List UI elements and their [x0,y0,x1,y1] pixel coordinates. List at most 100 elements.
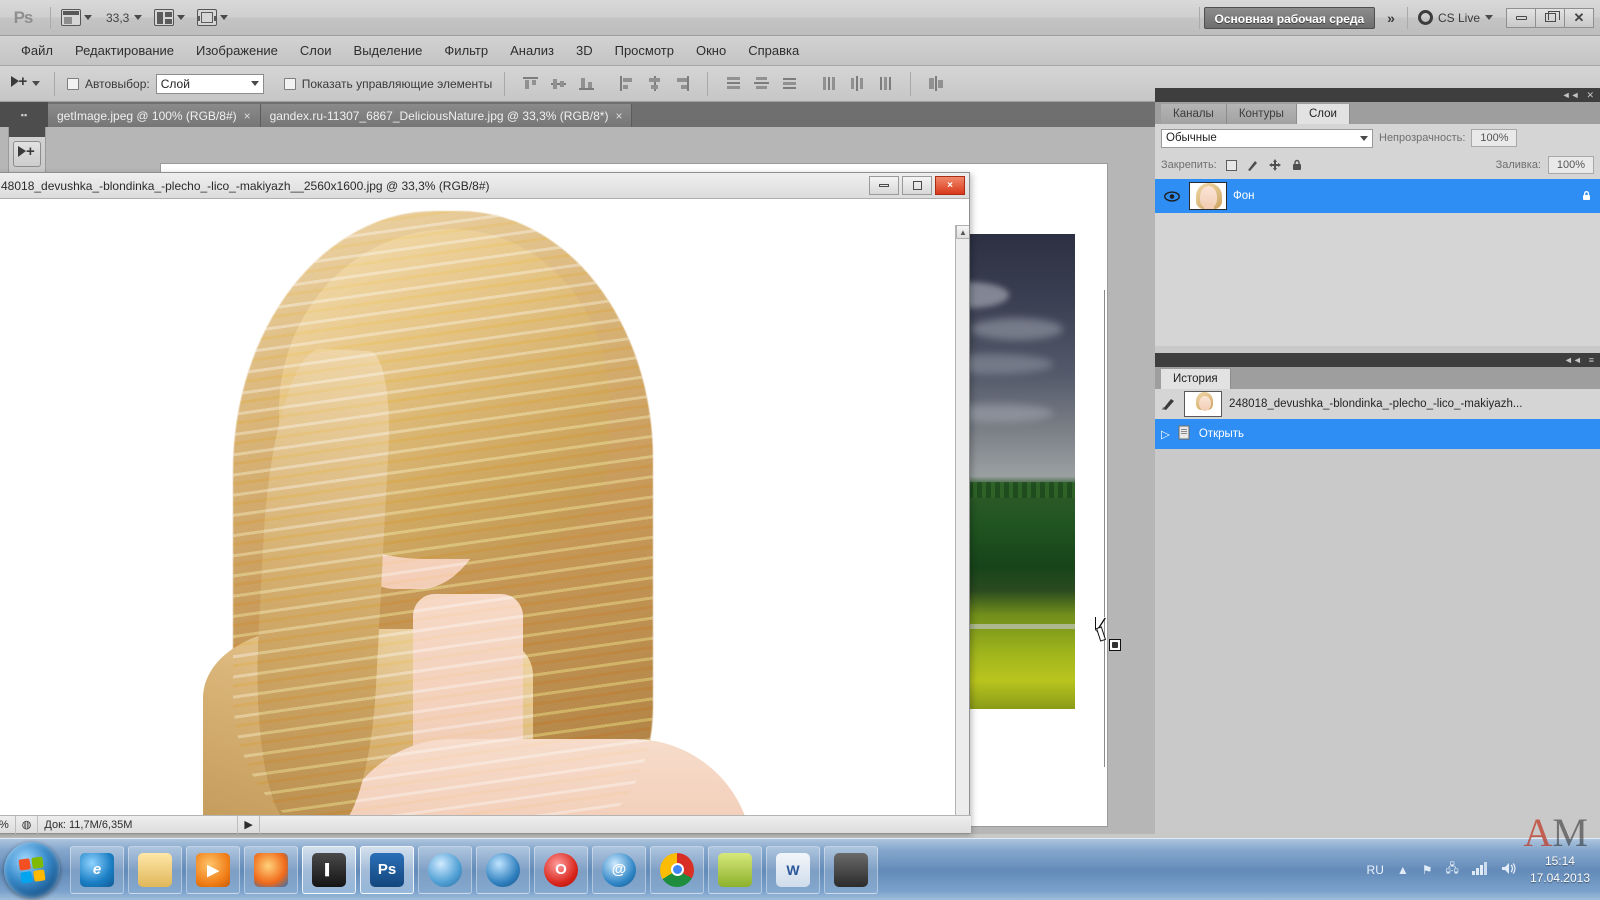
network-icon[interactable]: 🖧 [1446,859,1459,880]
floating-restore-button[interactable] [902,176,932,195]
layer-visibility-toggle[interactable] [1161,190,1183,202]
close-button[interactable]: ✕ [1564,7,1594,28]
distribute-bottom-edges-button[interactable] [776,72,802,96]
tab-channels[interactable]: Каналы [1161,104,1227,124]
taskbar-internet-explorer[interactable]: e [70,845,124,894]
arrange-documents-button[interactable] [148,5,191,31]
align-bottom-edges-button[interactable] [573,72,599,96]
scroll-up-arrow-icon[interactable]: ▲ [956,225,969,239]
taskbar-chrome[interactable] [650,845,704,894]
windows-start-button[interactable] [4,841,60,898]
panel-menu-icon[interactable]: ≡ [1589,355,1594,365]
menu-filter[interactable]: Фильтр [433,39,499,62]
distribute-left-edges-button[interactable] [816,72,842,96]
taskbar-mail[interactable]: @ [592,845,646,894]
lock-all-icon[interactable] [1290,158,1305,173]
tab-history[interactable]: История [1161,369,1231,389]
tools-panel-grip[interactable] [9,127,45,137]
menu-3d[interactable]: 3D [565,39,604,62]
history-snapshot-row[interactable]: 248018_devushka_-blondinka_-plecho_-lico… [1155,389,1600,419]
menu-edit[interactable]: Редактирование [64,39,185,62]
distribute-top-edges-button[interactable] [720,72,746,96]
distribute-horizontal-centers-button[interactable] [844,72,870,96]
taskbar-photoshop[interactable]: Ps [360,845,414,894]
lock-transparent-pixels-icon[interactable] [1224,158,1239,173]
align-horizontal-centers-button[interactable] [641,72,667,96]
menu-select[interactable]: Выделение [343,39,434,62]
align-right-edges-button[interactable] [669,72,695,96]
fill-input[interactable]: 100% [1548,156,1594,174]
action-center-flag-icon[interactable]: ⚑ [1422,863,1433,877]
auto-align-layers-button[interactable] [923,72,949,96]
taskbar-firefox[interactable] [244,845,298,894]
taskbar-blue-app[interactable] [476,845,530,894]
floating-close-button[interactable]: × [935,176,965,195]
dock-grip-handle[interactable]: ▪▪ [0,102,48,127]
taskbar-media-player[interactable]: ▶ [186,845,240,894]
snapshot-brush-icon[interactable] [1161,395,1177,414]
menu-layers[interactable]: Слои [289,39,343,62]
menu-file[interactable]: Файл [10,39,64,62]
show-hidden-icons-button[interactable]: ▲ [1397,863,1409,877]
history-state-open[interactable]: ▷ Открыть [1155,419,1600,449]
vertical-scrollbar[interactable]: ▲ [955,225,969,817]
history-brush-source-icon[interactable]: ▷ [1161,427,1170,441]
move-tool-button[interactable] [13,141,41,167]
taskbar-camera[interactable] [824,845,878,894]
taskbar-windows-explorer[interactable] [128,845,182,894]
layer-row-background[interactable]: Фон [1155,179,1600,213]
cs-live-button[interactable]: CS Live [1412,10,1499,25]
auto-select-target-dropdown[interactable]: Слой [155,73,264,94]
floating-window-title-bar[interactable]: 48018_devushka_-blondinka_-plecho_-lico_… [0,173,969,199]
signal-icon[interactable] [1471,861,1488,878]
menu-analysis[interactable]: Анализ [499,39,565,62]
menu-window[interactable]: Окно [685,39,737,62]
taskbar-word[interactable]: W [766,845,820,894]
minimize-button[interactable] [1506,7,1536,28]
blend-mode-dropdown[interactable]: Обычные [1161,128,1373,148]
zoom-level-dropdown[interactable]: 33,3 [98,5,148,31]
taskbar-media-app[interactable] [418,845,472,894]
tab-paths[interactable]: Контуры [1226,104,1297,124]
screen-mode-button[interactable] [191,5,234,31]
opacity-input[interactable]: 100% [1471,129,1518,147]
distribute-vertical-centers-button[interactable] [748,72,774,96]
workspace-switcher-button[interactable]: Основная рабочая среда [1203,6,1376,29]
collapse-icon[interactable]: ◄◄ [1564,355,1582,365]
align-left-edges-button[interactable] [613,72,639,96]
distribute-right-edges-button[interactable] [872,72,898,96]
show-transform-controls-checkbox[interactable] [283,77,296,90]
align-vertical-centers-button[interactable] [545,72,571,96]
restore-button[interactable] [1535,7,1565,28]
collapse-icon[interactable]: ◄◄ [1562,90,1580,100]
language-indicator[interactable]: RU [1367,863,1384,877]
close-icon[interactable]: × [244,110,251,122]
lock-position-icon[interactable] [1268,158,1283,173]
status-proxy-icon[interactable]: ◍ [16,815,39,834]
workspace-more-button[interactable]: » [1379,10,1403,26]
taskbar-clock[interactable]: 15:14 17.04.2013 [1530,853,1590,885]
volume-icon[interactable] [1501,862,1517,878]
floating-minimize-button[interactable] [869,176,899,195]
view-extras-button[interactable] [55,5,98,31]
auto-select-checkbox[interactable] [67,77,79,90]
menu-help[interactable]: Справка [737,39,810,62]
taskbar-notes[interactable] [708,845,762,894]
window-controls: ✕ [1506,7,1594,28]
close-icon[interactable]: ✕ [1586,90,1594,101]
portrait-image-canvas[interactable] [0,199,955,817]
align-top-edges-button[interactable] [517,72,543,96]
history-panel-grip[interactable]: ◄◄ ≡ [1155,353,1600,367]
tab-layers[interactable]: Слои [1296,104,1350,124]
menu-image[interactable]: Изображение [185,39,289,62]
status-menu-arrow-icon[interactable]: ▶ [238,815,260,834]
taskbar-terminal[interactable]: ▌ [302,845,356,894]
taskbar-opera[interactable]: O [534,845,588,894]
move-tool-preset-button[interactable] [8,71,42,97]
layers-panel-grip[interactable]: ◄◄ ✕ [1155,88,1600,102]
document-tab-deliciousnature[interactable]: gandex.ru-11307_6867_DeliciousNature.jpg… [260,104,633,127]
lock-image-pixels-icon[interactable] [1246,158,1261,173]
menu-view[interactable]: Просмотр [604,39,685,62]
close-icon[interactable]: × [615,110,622,122]
document-tab-getimage[interactable]: getImage.jpeg @ 100% (RGB/8#) × [48,104,261,127]
